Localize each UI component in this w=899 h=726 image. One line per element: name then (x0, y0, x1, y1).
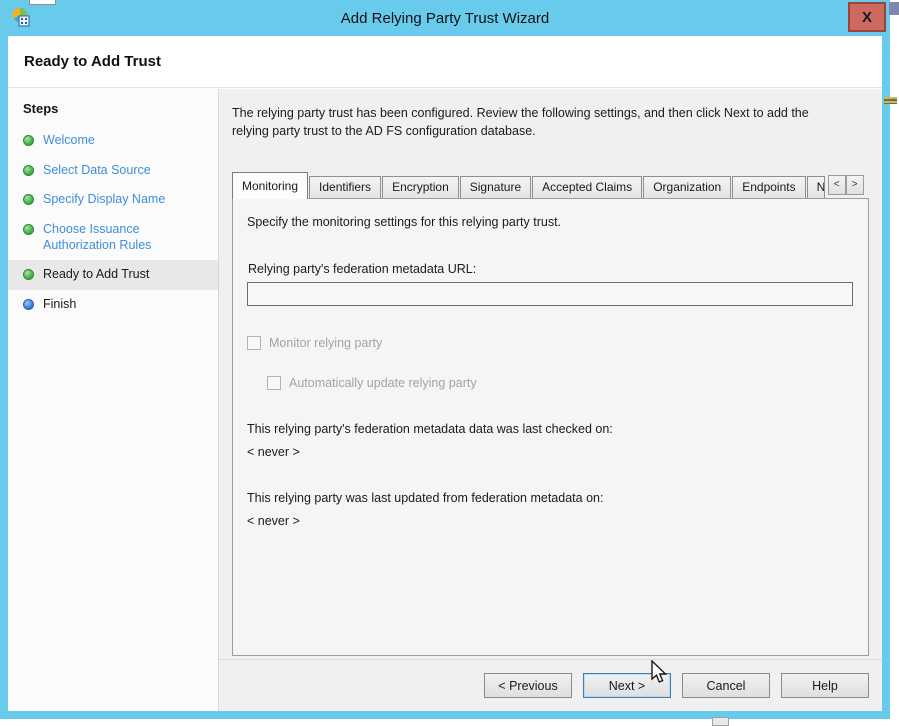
tab-endpoints[interactable]: Endpoints (732, 176, 805, 198)
step-done-bullet-icon (23, 165, 34, 176)
tab-scroll-right-icon[interactable]: > (846, 175, 864, 195)
sidebar-item-choose-issuance-authorization-rules[interactable]: Choose Issuance Authorization Rules (8, 215, 218, 260)
tab-encryption[interactable]: Encryption (382, 176, 459, 198)
background-artifact (884, 97, 897, 104)
step-label: Welcome (43, 133, 95, 149)
wizard-window: Add Relying Party Trust Wizard X Ready t… (0, 0, 890, 719)
step-label: Choose Issuance Authorization Rules (43, 222, 212, 253)
tab-monitoring[interactable]: Monitoring (232, 172, 308, 199)
tab-organization[interactable]: Organization (643, 176, 731, 198)
steps-heading: Steps (8, 97, 218, 126)
sidebar-item-select-data-source[interactable]: Select Data Source (8, 156, 218, 186)
background-window-corner (889, 2, 899, 15)
monitor-relying-party-checkbox[interactable] (247, 336, 261, 350)
metadata-url-input[interactable] (247, 282, 853, 306)
step-label: Specify Display Name (43, 192, 165, 208)
sidebar-item-finish[interactable]: Finish (8, 290, 218, 320)
step-done-bullet-icon (23, 135, 34, 146)
monitoring-tab-panel: Specify the monitoring settings for this… (232, 198, 869, 656)
previous-button[interactable]: < Previous (484, 673, 572, 698)
tab-notes-truncated[interactable]: N (807, 176, 825, 198)
tab-strip: Monitoring Identifiers Encryption Signat… (232, 171, 869, 198)
titlebar: Add Relying Party Trust Wizard X (0, 0, 890, 36)
step-done-bullet-icon (23, 224, 34, 235)
page-title: Ready to Add Trust (24, 53, 161, 70)
step-pending-bullet-icon (23, 299, 34, 310)
auto-update-row: Automatically update relying party (267, 376, 854, 390)
window-body: Ready to Add Trust Steps Welcome Select … (8, 36, 882, 711)
step-done-bullet-icon (23, 194, 34, 205)
last-checked-label: This relying party's federation metadata… (247, 422, 854, 436)
last-updated-value: < never > (247, 514, 854, 528)
metadata-url-label: Relying party's federation metadata URL: (248, 262, 854, 276)
wizard-footer: < Previous Next > Cancel Help (219, 659, 882, 711)
tab-scroll-left-icon[interactable]: < (828, 175, 846, 195)
sidebar-item-specify-display-name[interactable]: Specify Display Name (8, 185, 218, 215)
monitor-relying-party-row: Monitor relying party (247, 336, 854, 350)
step-label: Ready to Add Trust (43, 267, 149, 283)
monitoring-intro: Specify the monitoring settings for this… (247, 215, 854, 229)
tab-accepted-claims[interactable]: Accepted Claims (532, 176, 642, 198)
step-label: Select Data Source (43, 163, 151, 179)
monitor-relying-party-label: Monitor relying party (269, 336, 382, 350)
steps-sidebar: Steps Welcome Select Data Source Specify… (8, 89, 219, 711)
last-updated-label: This relying party was last updated from… (247, 491, 854, 505)
tab-identifiers[interactable]: Identifiers (309, 176, 381, 198)
content: Steps Welcome Select Data Source Specify… (8, 89, 882, 711)
sidebar-item-welcome[interactable]: Welcome (8, 126, 218, 156)
close-icon[interactable]: X (848, 2, 886, 32)
page-description: The relying party trust has been configu… (219, 89, 867, 140)
page-header: Ready to Add Trust (8, 36, 882, 88)
help-button[interactable]: Help (781, 673, 869, 698)
step-label: Finish (43, 297, 76, 313)
window-title: Add Relying Party Trust Wizard (0, 10, 890, 27)
main-pane: The relying party trust has been configu… (219, 89, 882, 711)
sidebar-item-ready-to-add-trust[interactable]: Ready to Add Trust (8, 260, 218, 290)
step-done-bullet-icon (23, 269, 34, 280)
last-checked-value: < never > (247, 445, 854, 459)
background-artifact (29, 0, 56, 5)
background-artifact (712, 717, 729, 726)
auto-update-label: Automatically update relying party (289, 376, 477, 390)
tab-signature[interactable]: Signature (460, 176, 531, 198)
adfs-app-icon (11, 7, 31, 27)
screen: Add Relying Party Trust Wizard X Ready t… (0, 0, 899, 726)
next-button[interactable]: Next > (583, 673, 671, 698)
cancel-button[interactable]: Cancel (682, 673, 770, 698)
auto-update-checkbox[interactable] (267, 376, 281, 390)
tab-scroll-buttons: < > (828, 175, 864, 195)
background-sliver (890, 0, 899, 726)
